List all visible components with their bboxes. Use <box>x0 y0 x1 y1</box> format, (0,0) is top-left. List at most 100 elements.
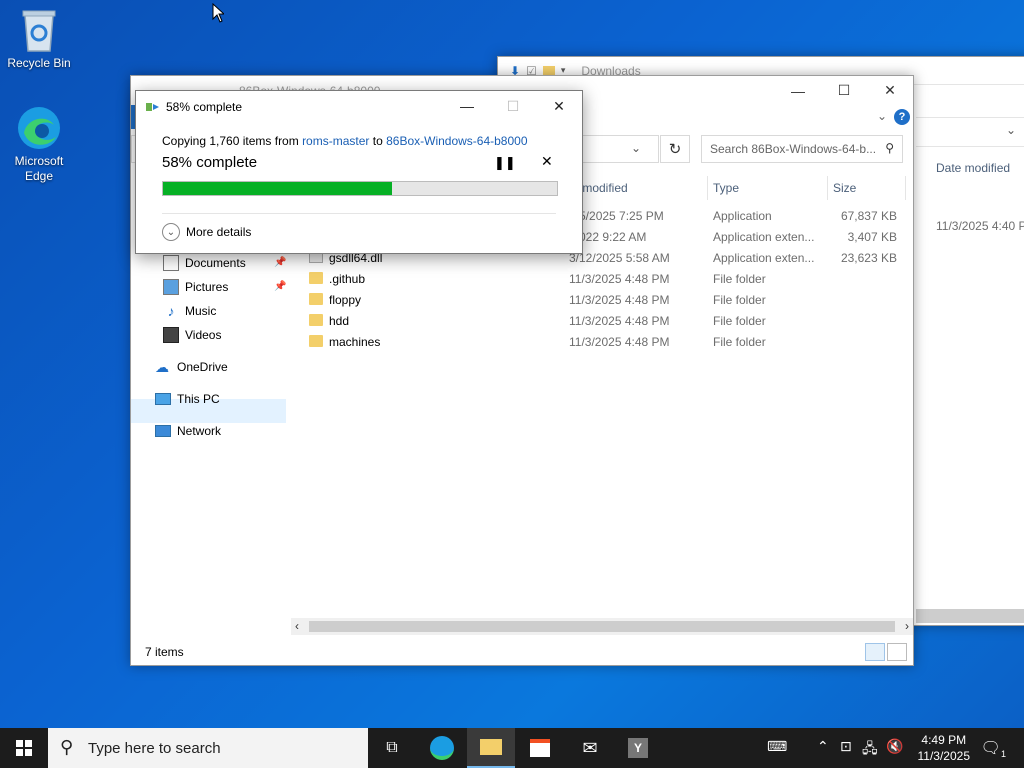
app-y-icon: Y <box>628 738 648 758</box>
pin-icon[interactable]: 📌 <box>274 257 286 268</box>
edge-taskbar-button[interactable] <box>418 728 466 768</box>
nav-item-music[interactable]: ♪ Music <box>163 299 217 322</box>
file-explorer-taskbar-button[interactable] <box>467 728 515 768</box>
show-hidden-icons-chevron-icon[interactable]: ⌃ <box>817 738 829 755</box>
taskbar-search-box[interactable]: ⚲ Type here to search <box>48 728 368 768</box>
notification-count: 1 <box>1000 749 1006 760</box>
scroll-left-icon[interactable]: ‹ <box>295 619 299 633</box>
more-details-label: More details <box>186 225 252 239</box>
file-type: File folder <box>713 314 766 328</box>
dialog-maximize-button: ☐ <box>506 97 520 114</box>
file-name: hdd <box>329 314 350 328</box>
file-date: 11/3/2025 4:48 PM <box>569 293 670 307</box>
column-separator[interactable] <box>827 176 828 200</box>
system-clock[interactable]: 4:49 PM 11/3/2025 <box>918 732 971 764</box>
start-button[interactable] <box>0 728 48 768</box>
dialog-close-button[interactable]: ✕ <box>536 91 582 121</box>
refresh-button[interactable]: ↻ <box>660 135 690 163</box>
file-name: .github <box>329 272 366 286</box>
back-hscroll[interactable] <box>916 609 1024 623</box>
nav-label-documents: Documents <box>185 255 246 270</box>
percent-complete-label: 58% complete <box>162 154 258 171</box>
nav-item-documents[interactable]: Documents <box>163 251 246 274</box>
search-icon: ⚲ <box>60 737 74 757</box>
destination-link[interactable]: 86Box-Windows-64-b8000 <box>386 134 527 148</box>
column-separator[interactable] <box>905 176 906 200</box>
file-size: 3,407 KB <box>847 230 897 244</box>
nav-item-this-pc[interactable]: This PC <box>155 387 220 410</box>
dialog-minimize-button[interactable]: — <box>444 91 490 121</box>
pin-icon[interactable]: 📌 <box>274 281 286 292</box>
file-row[interactable]: floppy 11/3/2025 4:48 PM File folder <box>291 290 913 311</box>
copy-dialog-icon <box>146 101 160 113</box>
action-center-icon[interactable]: 🗨1 <box>981 738 1006 759</box>
folder-icon <box>309 293 323 305</box>
search-input[interactable]: Search 86Box-Windows-64-b... ⚲ <box>701 135 903 163</box>
column-header-type[interactable]: Type <box>713 176 739 200</box>
file-row[interactable]: machines 11/3/2025 4:48 PM File folder <box>291 332 913 353</box>
nav-item-videos[interactable]: Videos <box>163 323 221 346</box>
scroll-right-icon[interactable]: › <box>905 619 909 633</box>
folder-icon <box>542 65 555 76</box>
task-view-button[interactable]: ⧉ <box>368 728 416 768</box>
nav-item-network[interactable]: Network <box>155 419 221 442</box>
file-name: machines <box>329 335 381 349</box>
pause-button[interactable]: ❚❚ <box>494 155 516 171</box>
network-icon <box>155 424 171 437</box>
cancel-copy-button[interactable]: ✕ <box>541 153 553 170</box>
search-icon: ⚲ <box>885 141 894 155</box>
file-date: 3/12/2025 5:58 AM <box>569 251 670 265</box>
taskbar-search-placeholder: Type here to search <box>88 739 221 757</box>
source-link[interactable]: roms-master <box>302 134 369 148</box>
copy-description: Copying 1,760 items from roms-master to … <box>162 134 528 148</box>
scrollbar-thumb[interactable] <box>309 621 895 632</box>
back-ribbon-strip <box>916 117 1024 147</box>
network-status-icon[interactable]: 🖧 <box>862 738 878 762</box>
maximize-button[interactable]: ☐ <box>821 76 867 105</box>
help-icon[interactable]: ? <box>894 109 910 125</box>
copy-progress-dialog[interactable]: 58% complete — ☐ ✕ Copying 1,760 items f… <box>135 90 583 254</box>
file-date: 11/3/2025 4:48 PM <box>569 272 670 286</box>
vm-tools-icon[interactable]: ⊡ <box>840 738 852 755</box>
file-date: 11/3/2025 4:48 PM <box>569 314 670 328</box>
edge-desktop-icon[interactable]: Microsoft Edge <box>1 104 77 184</box>
file-row[interactable]: hdd 11/3/2025 4:48 PM File folder <box>291 311 913 332</box>
folder-icon <box>309 272 323 284</box>
mail-taskbar-button[interactable]: ✉ <box>566 728 614 768</box>
nav-label-videos: Videos <box>185 327 222 342</box>
store-taskbar-button[interactable] <box>516 728 564 768</box>
address-dropdown-icon[interactable]: ⌄ <box>631 141 641 155</box>
file-row[interactable]: .github 11/3/2025 4:48 PM File folder <box>291 269 913 290</box>
nav-item-pictures[interactable]: Pictures <box>163 275 228 298</box>
minimize-button[interactable]: — <box>775 76 821 105</box>
large-icons-view-button[interactable] <box>887 643 907 661</box>
this-pc-icon <box>155 392 171 405</box>
column-separator[interactable] <box>707 176 708 200</box>
horizontal-scrollbar[interactable]: ‹ › <box>291 618 913 635</box>
keyboard-icon[interactable]: ⌨ <box>767 738 787 755</box>
yubikey-taskbar-button[interactable]: Y <box>614 728 662 768</box>
dialog-divider <box>162 213 556 214</box>
copy-to-word: to <box>369 134 387 148</box>
details-view-button[interactable] <box>865 643 885 661</box>
file-size: 23,623 KB <box>840 251 897 265</box>
taskbar: ⚲ Type here to search ⧉ ✉ Y ⌨ ⌃ ⊡ 🖧 🔇 4:… <box>0 728 1024 768</box>
close-button[interactable]: ✕ <box>867 76 913 105</box>
column-header-size[interactable]: Size <box>833 176 856 200</box>
nav-label-pictures: Pictures <box>185 279 229 294</box>
clock-time: 4:49 PM <box>921 733 967 747</box>
nav-item-onedrive[interactable]: ☁ OneDrive <box>155 355 228 378</box>
music-icon: ♪ <box>167 302 175 319</box>
documents-icon <box>163 254 179 271</box>
back-date-modified-header[interactable]: Date modified <box>936 161 1010 175</box>
ribbon-collapse-icon[interactable]: ⌄ <box>877 109 887 123</box>
more-details-button[interactable]: ⌄ More details <box>162 223 251 241</box>
volume-muted-icon[interactable]: 🔇 <box>886 738 903 755</box>
pictures-icon <box>163 278 179 295</box>
search-placeholder: Search 86Box-Windows-64-b... <box>710 142 877 156</box>
file-date: /25/2025 7:25 PM <box>569 209 664 223</box>
file-name: floppy <box>329 293 362 307</box>
chevron-down-icon: ⌄ <box>162 223 180 241</box>
edge-icon <box>15 104 63 152</box>
recycle-bin-desktop-icon[interactable]: Recycle Bin <box>1 6 77 70</box>
